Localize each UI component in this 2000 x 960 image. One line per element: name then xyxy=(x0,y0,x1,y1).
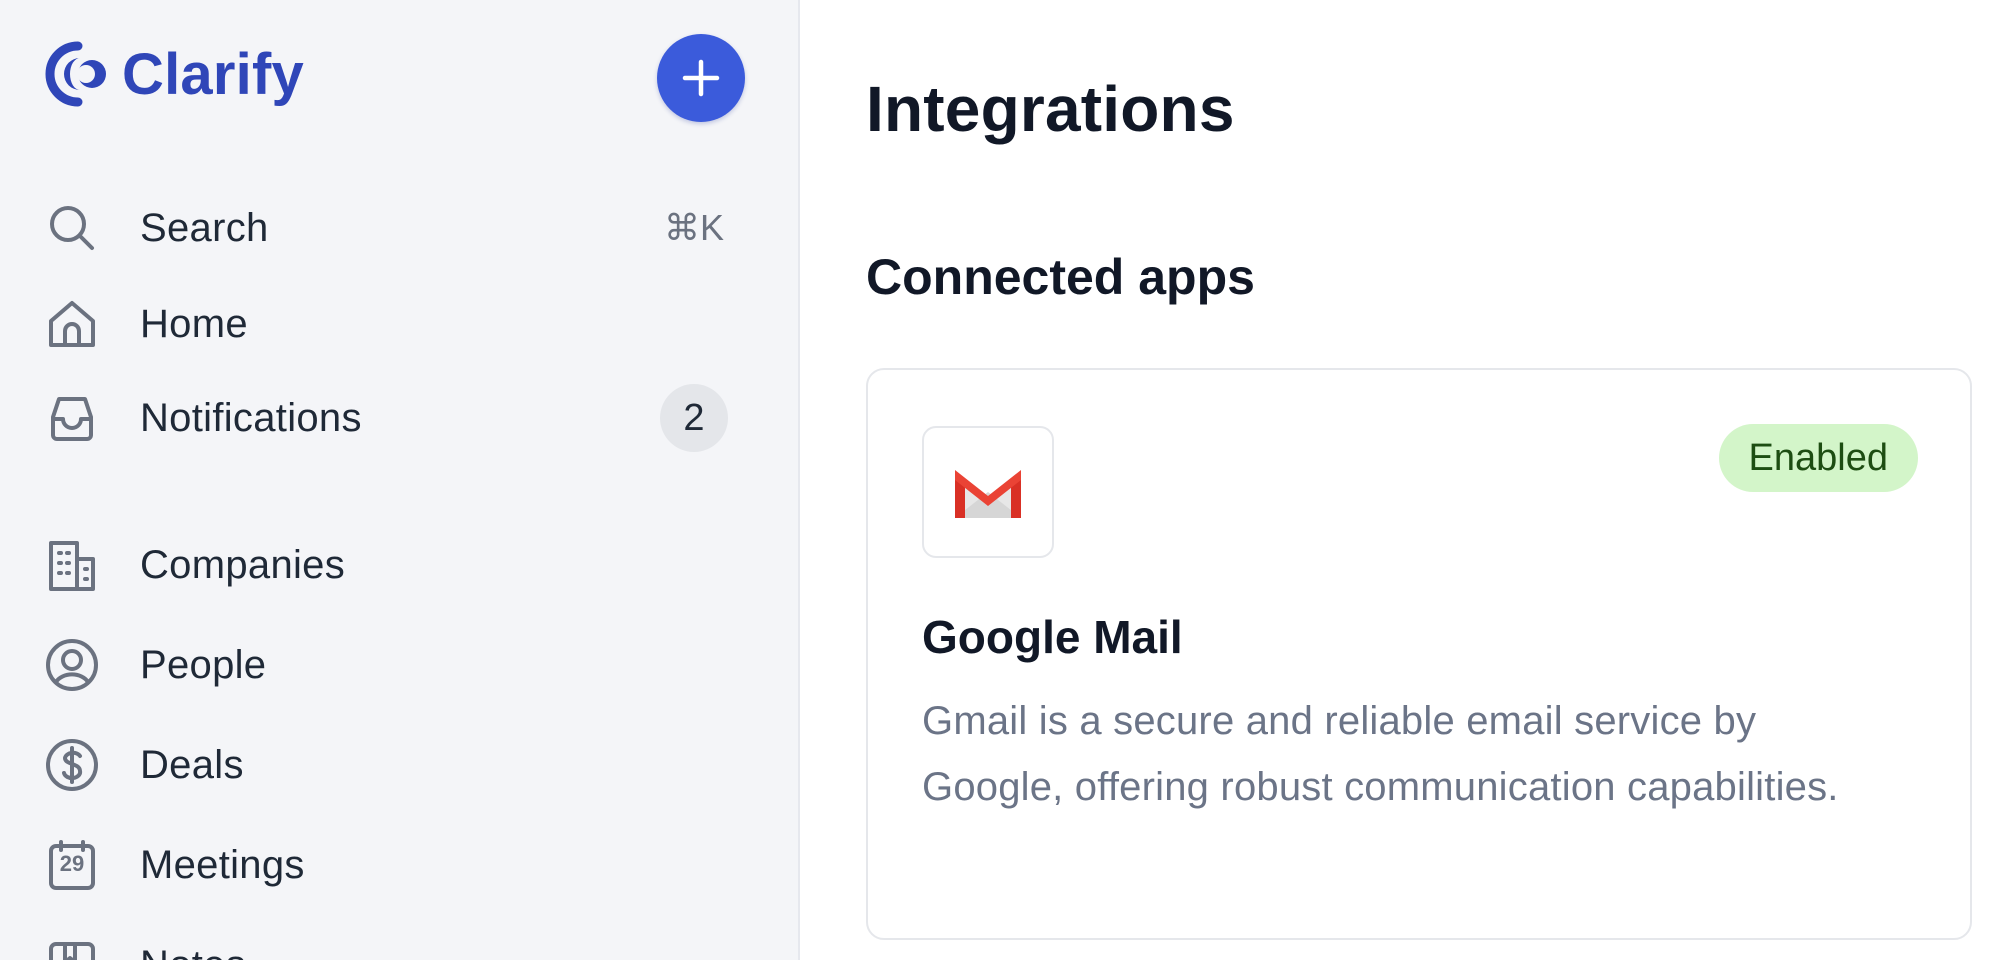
inbox-icon xyxy=(44,390,100,446)
keyboard-shortcut: ⌘K xyxy=(663,207,724,248)
brand-name: Clarify xyxy=(122,41,304,107)
sidebar-item-label: Companies xyxy=(140,542,346,587)
sidebar-item-home[interactable]: Home xyxy=(44,284,744,364)
sidebar-item-deals[interactable]: Deals xyxy=(44,725,744,805)
note-icon xyxy=(44,937,100,960)
app-logo xyxy=(922,426,1054,558)
sidebar-item-label: Deals xyxy=(140,742,244,787)
sidebar-item-label: Notifications xyxy=(140,395,362,440)
sidebar-item-meetings[interactable]: 29 Meetings xyxy=(44,825,744,905)
sidebar-item-label: Home xyxy=(140,301,248,346)
sidebar: Clarify Search ⌘K Home Notifications 2 C… xyxy=(0,0,800,960)
sidebar-item-notes[interactable]: Notes xyxy=(44,925,744,960)
dollar-circle-icon xyxy=(44,737,100,793)
brand[interactable]: Clarify xyxy=(44,40,304,108)
home-icon xyxy=(44,296,100,352)
app-name: Google Mail xyxy=(922,611,1183,663)
sidebar-item-search[interactable]: Search ⌘K xyxy=(44,188,744,268)
building-icon xyxy=(44,537,100,593)
search-icon xyxy=(44,200,100,256)
integration-card-google-mail[interactable]: Enabled Google Mail Gmail is a secure an… xyxy=(866,368,1972,940)
calendar-day-number: 29 xyxy=(59,851,85,876)
notification-count-badge: 2 xyxy=(660,384,728,452)
plus-icon xyxy=(682,59,720,97)
sidebar-item-label: Notes xyxy=(140,943,246,960)
main-content: Integrations Connected apps Enabled Goog… xyxy=(800,0,2000,960)
gmail-icon xyxy=(955,470,1021,518)
user-circle-icon xyxy=(44,637,100,693)
sidebar-item-label: People xyxy=(140,642,267,687)
new-button[interactable] xyxy=(657,34,745,122)
sidebar-item-notifications[interactable]: Notifications 2 xyxy=(44,378,744,458)
sidebar-item-label: Meetings xyxy=(140,842,305,887)
sidebar-item-label: Search xyxy=(140,205,269,250)
sidebar-item-people[interactable]: People xyxy=(44,625,744,705)
app-description: Gmail is a secure and reliable email ser… xyxy=(922,699,1839,809)
section-title: Connected apps xyxy=(866,249,1255,305)
calendar-icon: 29 xyxy=(44,837,100,893)
status-badge: Enabled xyxy=(1718,424,1918,492)
sidebar-item-companies[interactable]: Companies xyxy=(44,525,744,605)
app-window: Clarify Search ⌘K Home Notifications 2 C… xyxy=(0,0,2000,960)
clarify-logo-icon xyxy=(45,41,106,107)
page-title: Integrations xyxy=(866,73,1235,145)
